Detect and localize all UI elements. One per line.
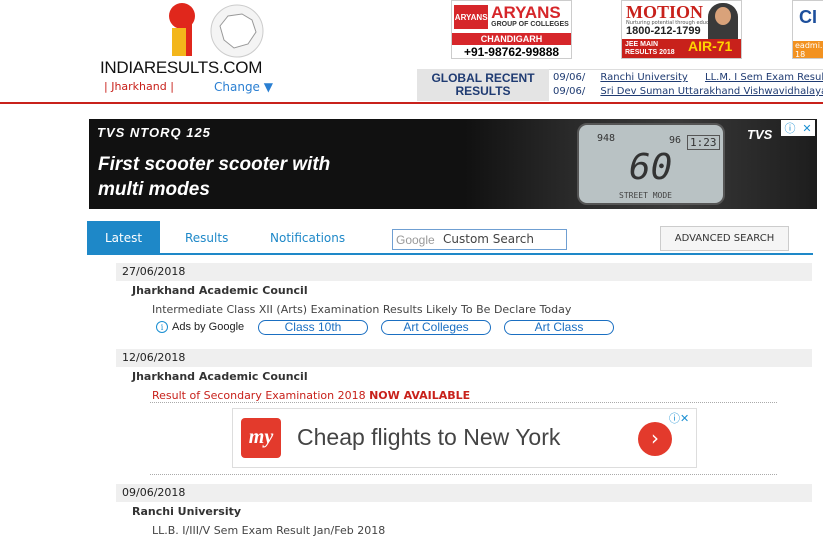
board-name[interactable]: Jharkhand Academic Council (132, 370, 308, 383)
ad-chip-art-colleges[interactable]: Art Colleges (381, 320, 491, 335)
aryans-city: CHANDIGARH (452, 33, 571, 45)
motion-rank: AIR-71 (688, 38, 733, 54)
ci-text: eadmi... 18 (793, 41, 823, 59)
motion-results: JEE MAIN RESULTS 2018 (625, 41, 675, 56)
ci-brand: CI (799, 7, 817, 27)
flight-ad[interactable]: my Cheap flights to New York › ⓘ✕ (232, 408, 697, 468)
ticker-date: 09/06/ (553, 86, 586, 97)
ad-info-icon[interactable]: i (156, 321, 168, 333)
date-header: 12/06/2018 (116, 349, 812, 367)
results-ticker: 09/06/ Ranchi University LL.M. I Sem Exa… (549, 69, 823, 101)
ticker-date: 09/06/ (553, 72, 586, 83)
change-state-link[interactable]: Change ▼ (214, 80, 273, 94)
ad-info-icon[interactable]: ⓘ (784, 120, 795, 136)
meter-number: 96 (669, 135, 682, 146)
state-map-icon (210, 4, 264, 58)
aryans-phone: +91-98762-99888 (463, 45, 560, 59)
result-item-link[interactable]: Intermediate Class XII (Arts) Examinatio… (152, 303, 571, 316)
site-header: INDIARESULTS.COM | Jharkhand | Change ▼ … (0, 0, 823, 104)
logo-wordmark: INDIARESULTS.COM (100, 58, 263, 77)
date-header: 09/06/2018 (116, 484, 812, 502)
tab-results[interactable]: Results (185, 221, 228, 255)
global-recent-results-label: GLOBAL RECENT RESULTS (417, 69, 549, 101)
motion-face (715, 7, 731, 25)
ticker-row: 09/06/ Ranchi University LL.M. I Sem Exa… (553, 72, 823, 83)
ads-by-google-label: Ads by Google (172, 321, 245, 333)
ad-close-icon[interactable]: ⓘ✕ (669, 410, 689, 426)
google-search-brand: Google (396, 233, 435, 247)
tab-notifications[interactable]: Notifications (270, 221, 345, 255)
makemytrip-logo: my (241, 418, 281, 458)
aryans-subtitle: GROUP OF COLLEGES (491, 21, 569, 28)
banner-brand: TVS NTORQ 125 (97, 125, 211, 140)
ci-ad[interactable]: CI eadmi... 18 (792, 0, 823, 59)
dotted-divider (150, 402, 777, 403)
clock-readout: 1:23 (687, 135, 720, 150)
header-divider (0, 102, 823, 104)
advanced-search-button[interactable]: ADVANCED SEARCH (660, 226, 789, 251)
aryans-name: ARYANS GROUP OF COLLEGES (491, 4, 569, 29)
odometer-readout: 948 (597, 133, 616, 144)
now-available-badge: NOW AVAILABLE (369, 389, 471, 402)
ad-chip-class-10th[interactable]: Class 10th (258, 320, 368, 335)
banner-headline-line: First scooter scooter with (98, 154, 331, 175)
flight-ad-text: Cheap flights to New York (297, 424, 561, 450)
tab-latest[interactable]: Latest (87, 221, 160, 255)
speedometer-display: 948 96 1:23 60 STREET MODE (577, 123, 725, 205)
board-name[interactable]: Ranchi University (132, 505, 241, 518)
tvs-banner-ad[interactable]: TVS NTORQ 125 First scooter scooter with… (89, 119, 817, 209)
board-name[interactable]: Jharkhand Academic Council (132, 284, 308, 297)
aryans-badge: ARYANS (454, 5, 489, 29)
ticker-link[interactable]: LL.M. I Sem Exam Resul (705, 72, 823, 83)
site-logo[interactable]: INDIARESULTS.COM | Jharkhand | Change ▼ (98, 2, 278, 94)
result-item-text: Result of Secondary Examination 2018 (152, 389, 366, 402)
logo-mark-icon (169, 3, 195, 56)
current-state-label: | Jharkhand | (104, 80, 174, 93)
ad-choices[interactable]: ⓘ ✕ (781, 120, 815, 136)
ticker-link[interactable]: Sri Dev Suman Uttarakhand Vishwavidhalay… (600, 86, 823, 97)
custom-search-input[interactable]: Google Custom Search (392, 229, 567, 250)
result-item-link[interactable]: Result of Secondary Examination 2018 NOW… (152, 389, 470, 402)
dotted-divider (150, 474, 777, 475)
speed-readout: 60 (629, 147, 673, 188)
banner-maker-logo: TVS (747, 127, 773, 142)
date-header: 27/06/2018 (116, 263, 812, 281)
banner-headline-line: multi modes (98, 179, 210, 200)
chevron-right-icon[interactable]: › (638, 422, 672, 456)
mode-readout: STREET MODE (619, 191, 672, 200)
motion-phone: 1800-212-1799 (626, 25, 701, 37)
motion-ad[interactable]: MOTION Nurturing potential through educa… (621, 0, 742, 59)
ads-by-google: i Ads by Google (156, 319, 244, 335)
result-item-link[interactable]: LL.B. I/III/V Sem Exam Result Jan/Feb 20… (152, 524, 385, 537)
banner-headline: First scooter scooter with multi modes (98, 152, 330, 202)
ad-close-icon[interactable]: ✕ (802, 122, 811, 135)
ticker-row: 09/06/ Sri Dev Suman Uttarakhand Vishwav… (553, 86, 823, 97)
aryans-ad[interactable]: ARYANS ARYANS GROUP OF COLLEGES CHANDIGA… (451, 0, 572, 59)
ticker-link[interactable]: Ranchi University (600, 72, 687, 83)
ad-chip-art-class[interactable]: Art Class (504, 320, 614, 335)
search-placeholder: Custom Search (443, 232, 535, 246)
